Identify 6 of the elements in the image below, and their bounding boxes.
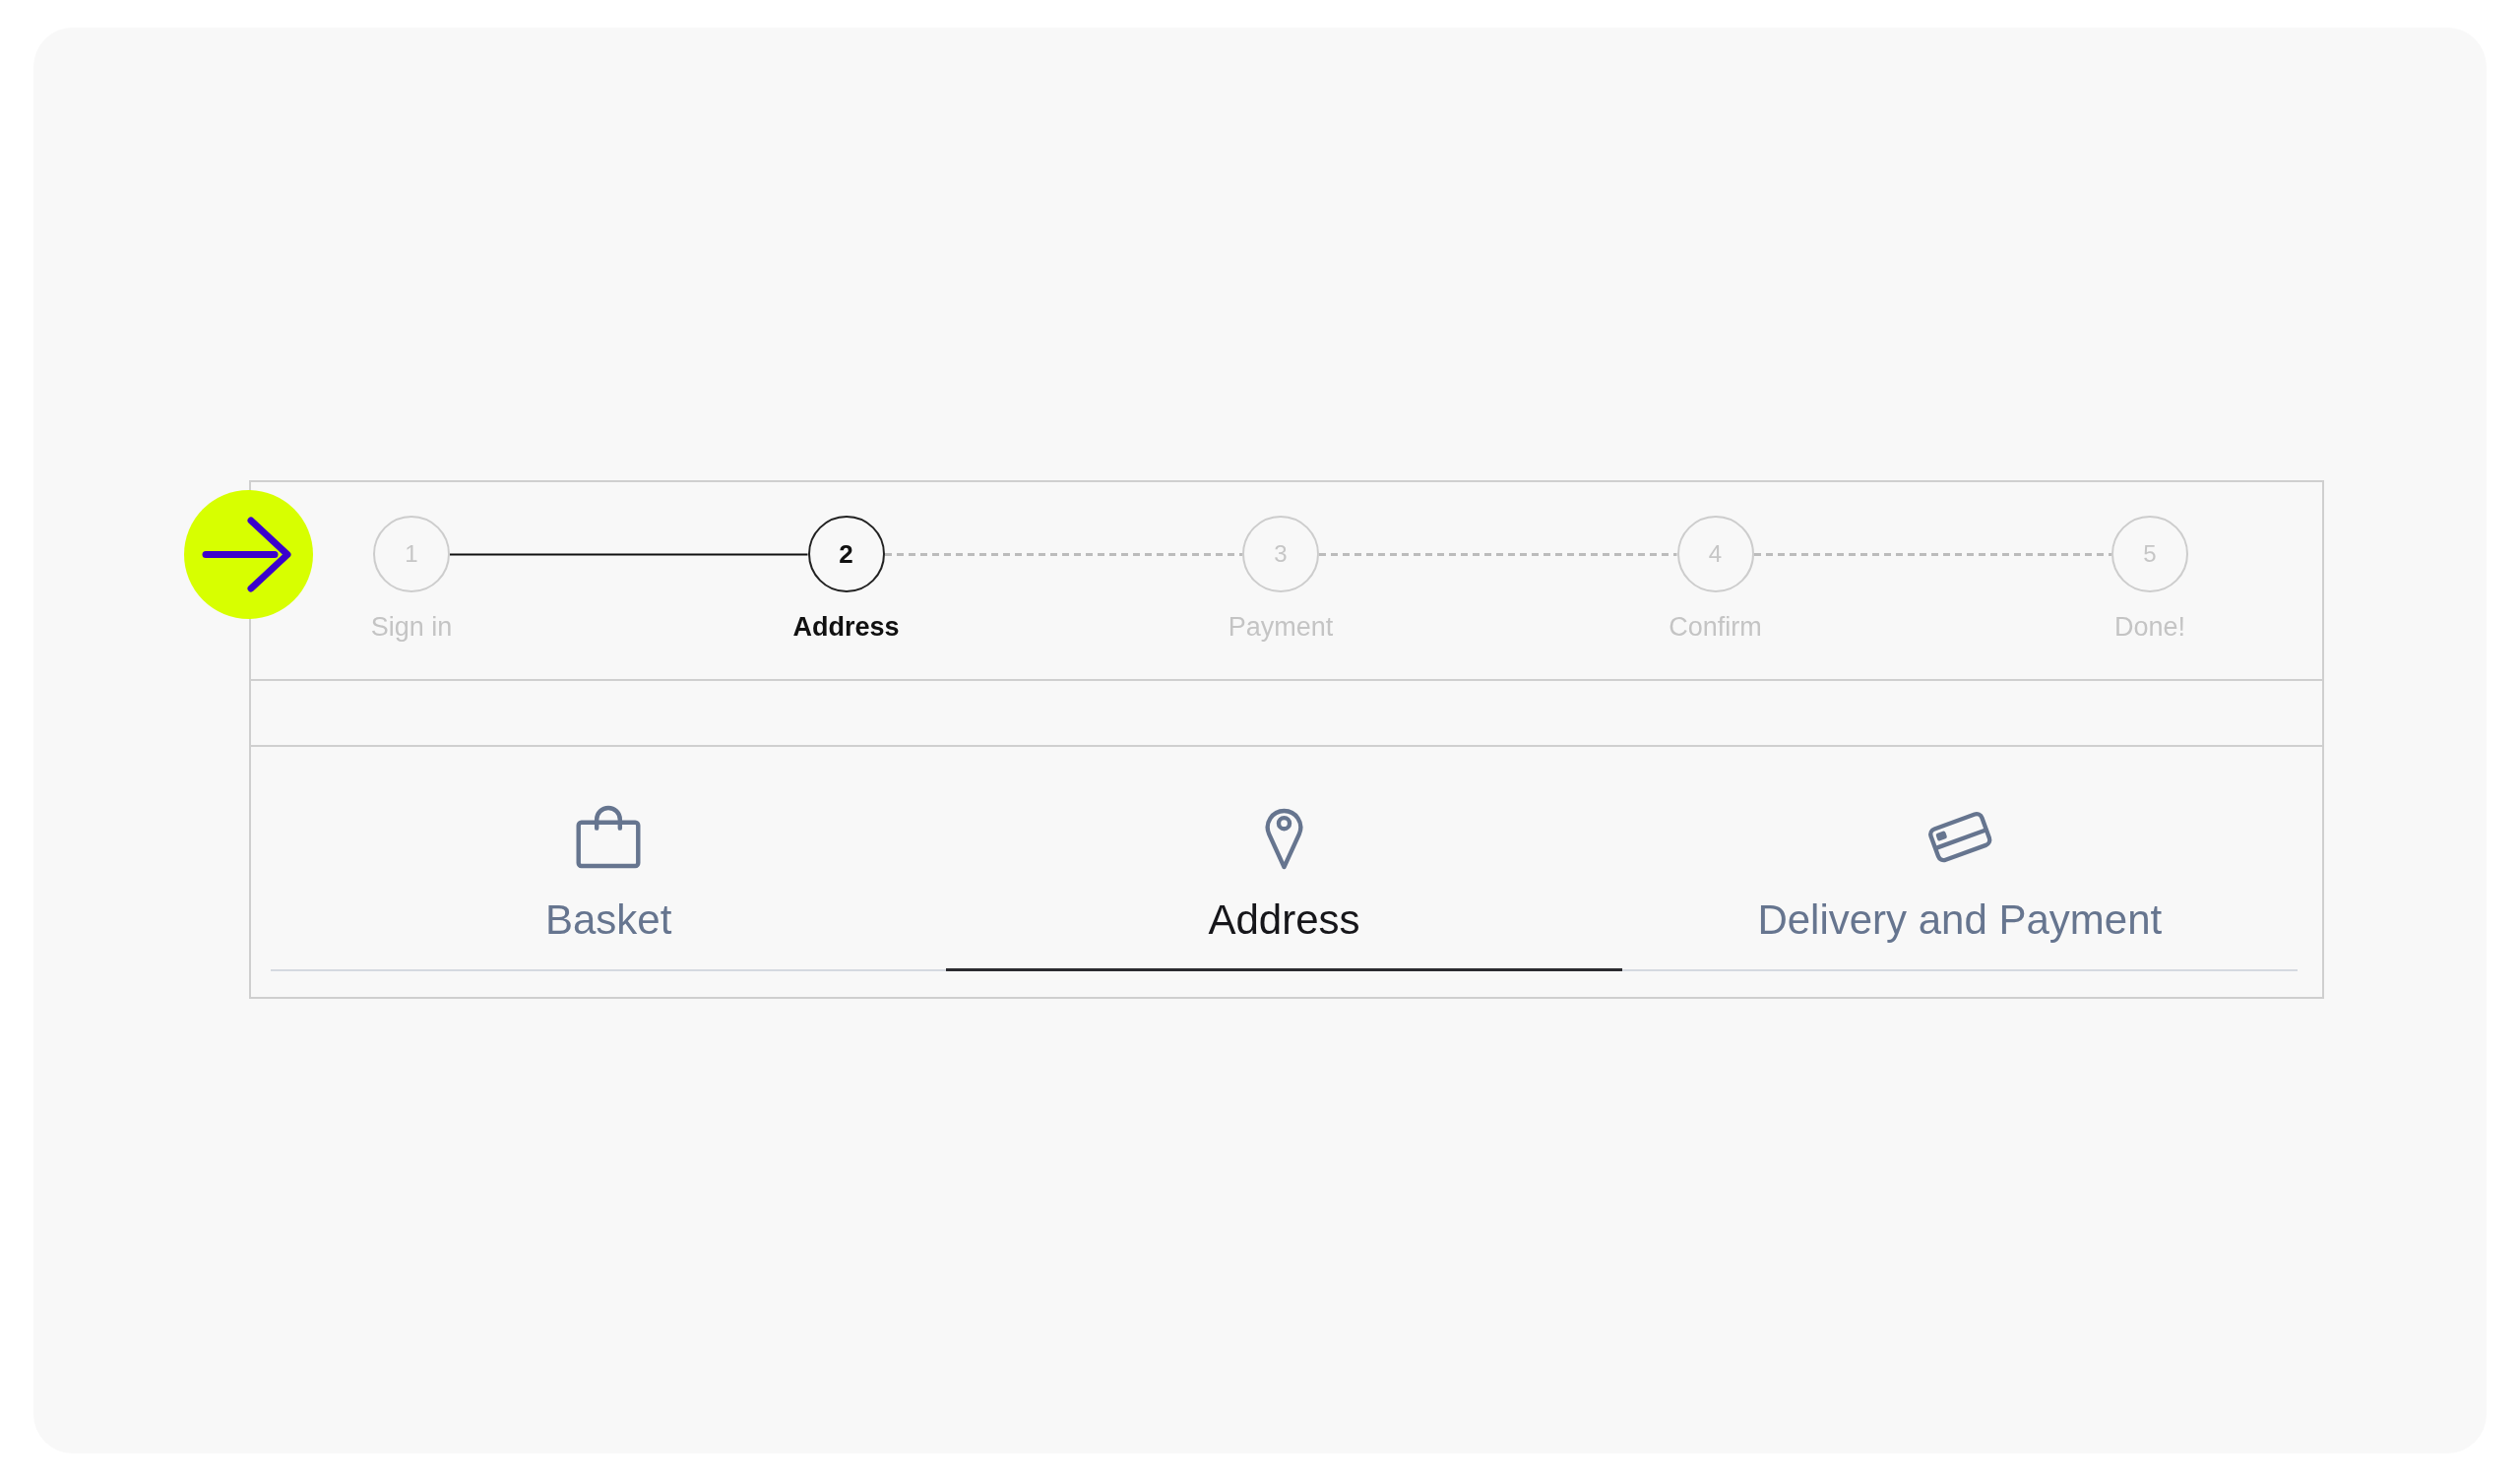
section-tab[interactable]: Address (946, 747, 1622, 971)
section-tab[interactable]: Basket (271, 747, 947, 971)
step-label: Address (792, 611, 900, 643)
step-number: 2 (807, 516, 885, 592)
section-tab[interactable]: Delivery and Payment (1621, 747, 2298, 971)
shopping-bag-icon (575, 804, 643, 869)
